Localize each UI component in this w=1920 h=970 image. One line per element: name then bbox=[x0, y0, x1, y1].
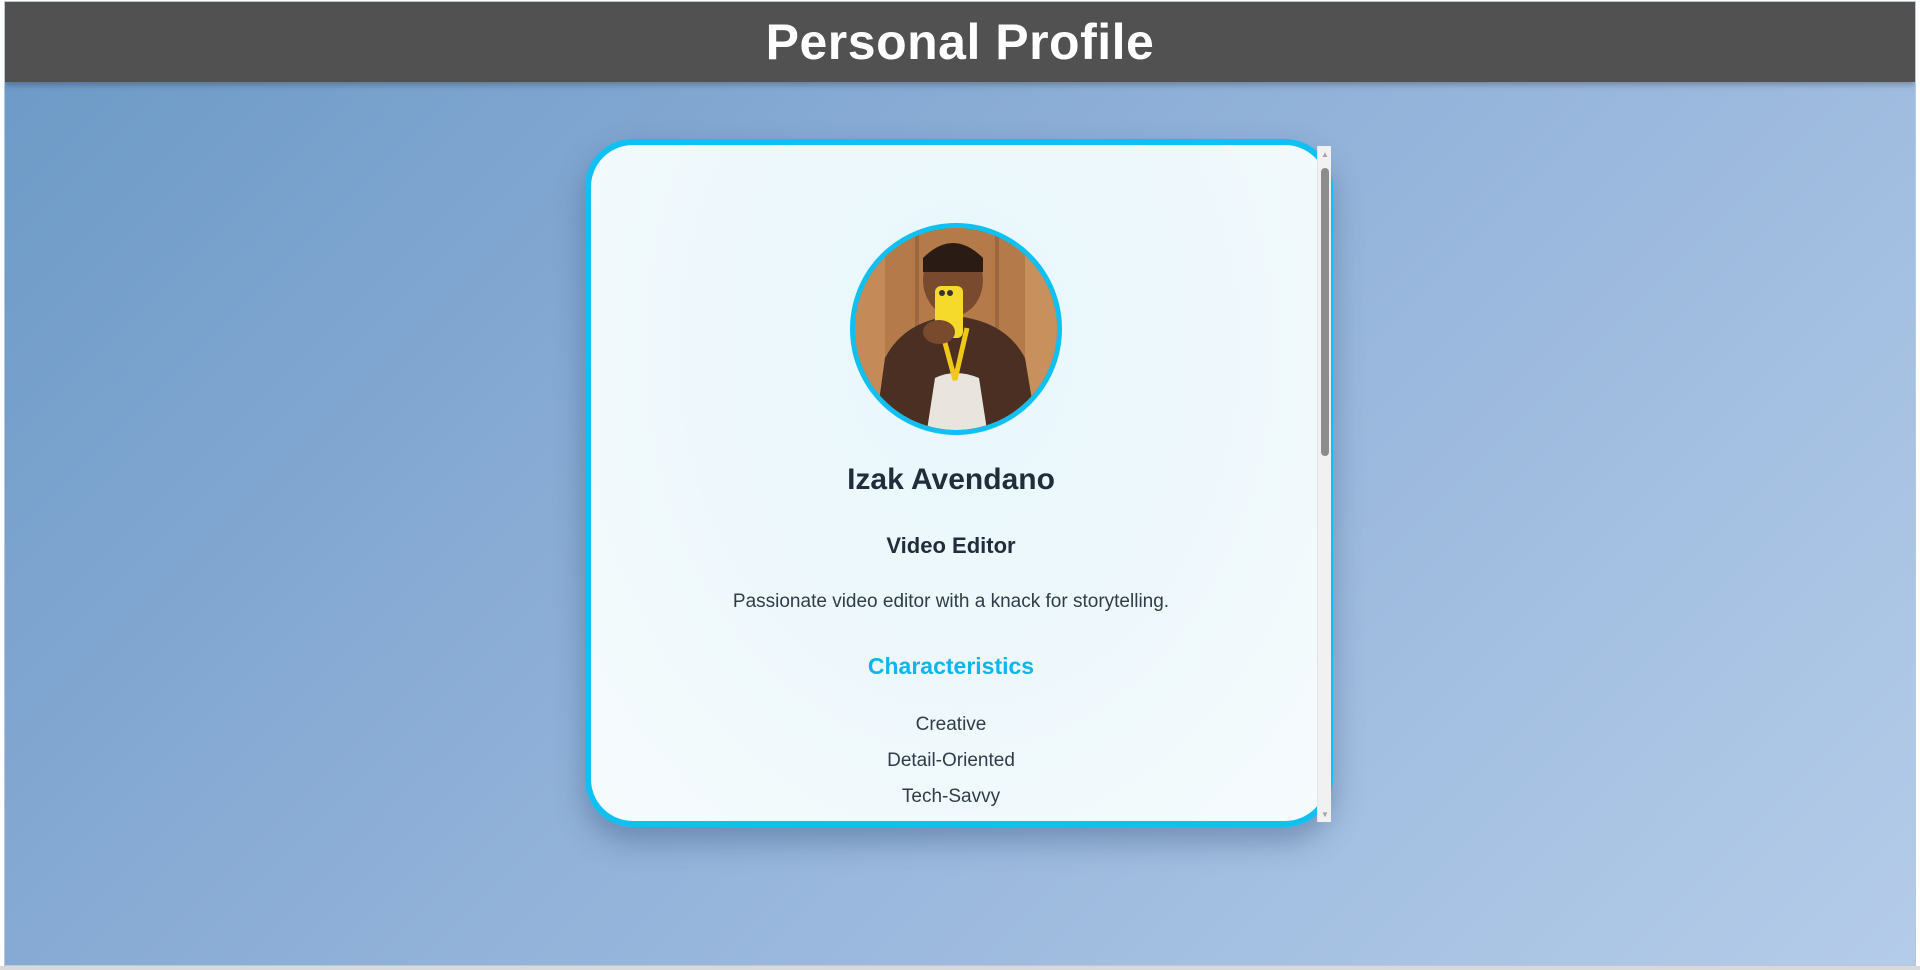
scroll-thumb[interactable] bbox=[1321, 168, 1329, 456]
scroll-up-button[interactable]: ▲ bbox=[1318, 146, 1332, 162]
profile-avatar bbox=[850, 223, 1062, 435]
triangle-down-icon: ▼ bbox=[1321, 809, 1329, 819]
profile-bio: Passionate video editor with a knack for… bbox=[732, 591, 1170, 612]
profile-card: Izak Avendano Video Editor Passionate vi… bbox=[585, 139, 1333, 827]
characteristic-item: Detail-Oriented bbox=[887, 750, 1015, 771]
profile-photo-image bbox=[855, 228, 1057, 430]
scroll-down-button[interactable]: ▼ bbox=[1318, 806, 1332, 822]
page-background: Personal Profile Izak Avendano Video Edi… bbox=[4, 1, 1916, 966]
profile-role: Video Editor bbox=[886, 533, 1016, 558]
card-scrollbar[interactable]: ▲ ▼ bbox=[1317, 146, 1331, 822]
triangle-up-icon: ▲ bbox=[1321, 149, 1329, 159]
characteristic-item: Tech-Savvy bbox=[901, 786, 1001, 807]
profile-name: Izak Avendano bbox=[847, 463, 1055, 496]
profile-card-content: Izak Avendano Video Editor Passionate vi… bbox=[591, 145, 1311, 821]
characteristics-heading: Characteristics bbox=[867, 653, 1035, 679]
characteristic-item: Creative bbox=[915, 714, 987, 735]
window-bottom-edge bbox=[0, 966, 1920, 970]
characteristics-list: Creative Detail-Oriented Tech-Savvy bbox=[591, 707, 1311, 815]
page-title: Personal Profile bbox=[765, 14, 1155, 70]
page-header: Personal Profile bbox=[5, 2, 1915, 82]
